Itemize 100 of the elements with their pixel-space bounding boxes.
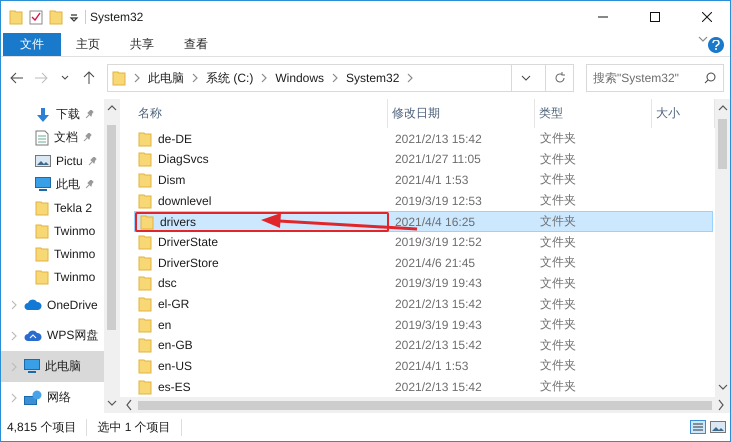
file-name: DiagSvcs [158, 152, 209, 166]
column-header[interactable]: 修改日期 [388, 99, 535, 128]
nav-item[interactable]: OneDrive [1, 289, 104, 320]
chevron-icon [405, 72, 416, 84]
ribbon-tab[interactable]: 查看 [169, 33, 223, 56]
column-header[interactable]: 名称 [134, 99, 388, 128]
nav-item[interactable]: Pictu [1, 150, 104, 173]
back-arrow-icon [10, 72, 24, 84]
nav-item[interactable]: Twinmo [1, 242, 104, 266]
file-name: en-GB [158, 338, 193, 352]
modified-date: 2021/2/13 15:42 [394, 380, 483, 394]
file-row[interactable]: dsc 2019/3/19 19:43 文件夹 [134, 273, 713, 294]
window-title: System32 [85, 10, 574, 24]
search-icon [704, 72, 716, 84]
modified-date: 2019/3/19 19:43 [394, 276, 483, 290]
expand-chevron-icon [9, 392, 19, 404]
file-name: en-US [158, 358, 192, 373]
ribbon-tab[interactable]: 主页 [61, 33, 115, 56]
folder-icon [138, 337, 152, 354]
breadcrumb[interactable]: 此电脑 [148, 70, 184, 86]
pin-icon [85, 180, 94, 189]
item-count: 4,815 个项目 [7, 418, 88, 436]
horizontal-scrollbar[interactable] [120, 397, 730, 413]
file-name: drivers [160, 214, 196, 229]
refresh-icon [554, 72, 566, 84]
file-type: 文件夹 [539, 254, 577, 272]
scroll-thumb[interactable] [107, 125, 116, 330]
forward-arrow-icon [34, 72, 48, 84]
folder-icon [138, 275, 152, 292]
folder-icon [138, 130, 152, 147]
help-icon[interactable] [708, 37, 724, 53]
cloud-icon [24, 330, 42, 342]
column-header[interactable]: 类型 [535, 99, 652, 128]
computer-icon [35, 176, 51, 192]
nav-item[interactable]: WPS网盘 [1, 320, 104, 351]
modified-date: 2021/2/13 15:42 [394, 297, 483, 312]
scroll-right-icon [716, 399, 726, 411]
expand-chevron-icon [9, 330, 19, 342]
breadcrumb[interactable]: Windows [275, 71, 324, 85]
nav-item[interactable]: Twinmo [1, 219, 104, 242]
caret-icon [520, 75, 530, 81]
folder-icon [35, 246, 49, 262]
nav-item[interactable]: 文档 [1, 126, 104, 150]
breadcrumb[interactable]: 系统 (C:) [206, 70, 254, 86]
ribbon-tab[interactable]: 共享 [115, 33, 169, 56]
folder-icon [35, 269, 49, 286]
modified-date: 2021/4/1 1:53 [394, 358, 470, 373]
pin-icon [85, 110, 94, 120]
file-row[interactable]: DriverStore 2021/4/6 21:45 文件夹 [134, 252, 713, 274]
nav-item[interactable]: Twinmo [1, 266, 104, 289]
folder-icon [9, 9, 23, 25]
file-name: DriverStore [158, 256, 219, 270]
address-bar[interactable]: 此电脑 系统 (C:) Windows System32 [107, 64, 574, 92]
file-row[interactable]: es-ES 2021/2/13 15:42 文件夹 [134, 376, 713, 397]
file-type: 文件夹 [539, 234, 577, 251]
file-type: 文件夹 [539, 274, 577, 292]
folder-icon [138, 192, 152, 209]
nav-item[interactable]: 网络 [1, 382, 104, 413]
computer-icon [24, 359, 40, 374]
details-view-icon[interactable] [690, 420, 706, 434]
nav-item[interactable]: 此电脑 [1, 351, 104, 382]
scrollbar[interactable] [715, 99, 730, 397]
file-row[interactable]: Dism 2021/4/1 1:53 文件夹 [134, 170, 713, 190]
file-row[interactable]: en-GB 2021/2/13 15:42 文件夹 [134, 335, 713, 356]
modified-date: 2021/2/13 15:42 [394, 132, 483, 146]
modified-date: 2019/3/19 12:52 [394, 235, 483, 250]
folder-icon [138, 316, 152, 333]
file-type: 文件夹 [539, 357, 577, 374]
folder-icon [140, 214, 154, 230]
file-row[interactable]: downlevel 2019/3/19 12:53 文件夹 [134, 190, 713, 211]
folder-icon [138, 296, 152, 312]
caret-icon [61, 75, 69, 81]
folder-icon [35, 200, 49, 216]
properties-icon[interactable] [29, 9, 43, 25]
scroll-thumb[interactable] [138, 400, 712, 410]
selection-count: 选中 1 个项目 [97, 418, 182, 436]
file-type: 文件夹 [539, 213, 577, 230]
close-icon [702, 12, 712, 22]
expand-chevron-icon [9, 360, 19, 372]
modified-date: 2021/4/1 1:53 [394, 172, 470, 187]
file-row[interactable]: de-DE 2021/2/13 15:42 文件夹 [134, 128, 713, 150]
file-row[interactable]: drivers 2021/4/4 16:25 文件夹 [134, 210, 713, 232]
large-icons-view-icon[interactable] [710, 420, 726, 434]
file-row[interactable]: DriverState 2019/3/19 12:52 文件夹 [134, 232, 713, 253]
maximize-icon [650, 12, 660, 22]
nav-item[interactable]: Tekla 2 [1, 196, 104, 220]
folder-icon [138, 378, 152, 395]
nav-item[interactable]: 下载 [1, 103, 104, 126]
scrollbar[interactable] [104, 99, 119, 413]
file-row[interactable]: en 2019/3/19 19:43 文件夹 [134, 314, 713, 336]
search-field[interactable]: 搜索"System32" [586, 64, 724, 92]
file-menu-button[interactable]: 文件 [3, 33, 61, 56]
file-row[interactable]: en-US 2021/4/1 1:53 文件夹 [134, 356, 713, 376]
file-row[interactable]: DiagSvcs 2021/1/27 11:05 文件夹 [134, 149, 713, 170]
scroll-thumb[interactable] [718, 119, 727, 169]
file-row[interactable]: el-GR 2021/2/13 15:42 文件夹 [134, 294, 713, 314]
modified-date: 2019/3/19 19:43 [394, 318, 483, 332]
nav-item[interactable]: 此电 [1, 172, 104, 196]
breadcrumb[interactable]: System32 [346, 71, 400, 85]
chevron-icon [259, 72, 270, 84]
